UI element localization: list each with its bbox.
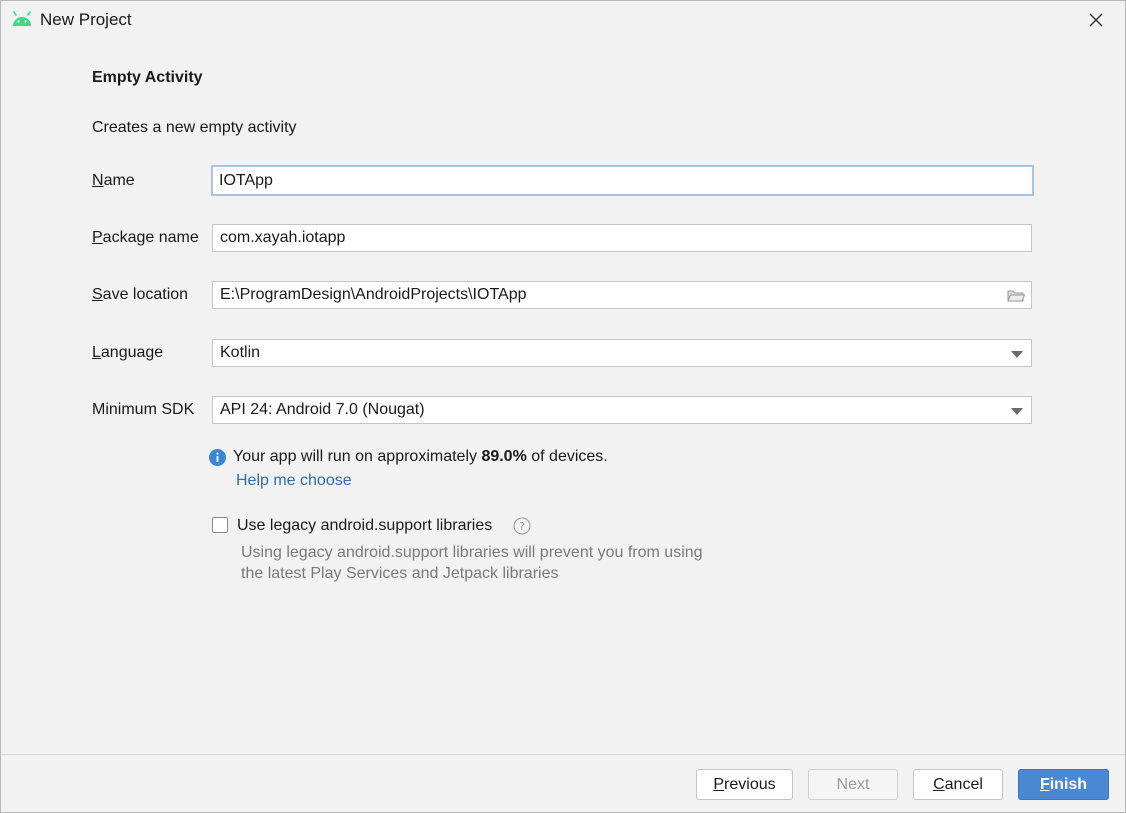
info-text-prefix: Your app will run on approximately [233, 448, 482, 465]
chevron-down-icon [1011, 351, 1023, 358]
cancel-button[interactable]: Cancel [913, 769, 1003, 800]
previous-button[interactable]: Previous [696, 769, 793, 800]
window-title: New Project [40, 10, 132, 29]
info-icon [209, 448, 226, 466]
footer-divider [1, 754, 1125, 755]
language-label: Language [92, 344, 164, 361]
new-project-dialog: New Project Empty Activity Creates a new… [0, 0, 1126, 813]
language-value: Kotlin [220, 344, 261, 361]
save-location-field[interactable]: E:\ProgramDesign\AndroidProjects\IOTApp [212, 281, 1032, 309]
device-coverage-percent: 89.0% [481, 448, 527, 465]
next-button[interactable]: Next [808, 769, 898, 800]
package-name-field[interactable]: com.xayah.iotapp [212, 224, 1032, 252]
legacy-hint-line-2: the latest Play Services and Jetpack lib… [241, 565, 559, 582]
info-text-suffix: of devices. [526, 448, 608, 465]
name-field[interactable]: IOTApp [211, 165, 1034, 196]
chevron-down-icon [1011, 408, 1023, 415]
minimum-sdk-select[interactable]: API 24: Android 7.0 (Nougat) [212, 396, 1032, 424]
legacy-support-checkbox[interactable] [212, 517, 228, 533]
legacy-support-label[interactable]: Use legacy android.support libraries [237, 517, 492, 535]
device-coverage-info: Your app will run on approximately 89.0%… [209, 448, 608, 466]
help-me-choose-link[interactable]: Help me choose [236, 472, 352, 490]
name-value: IOTApp [219, 171, 273, 189]
package-name-value: com.xayah.iotapp [220, 229, 346, 246]
package-name-label: Package name [92, 229, 199, 246]
name-label: Name [92, 172, 135, 189]
page-title: Empty Activity [92, 69, 203, 86]
save-location-label: Save location [92, 286, 189, 303]
page-subtitle: Creates a new empty activity [92, 119, 297, 136]
svg-text:?: ? [519, 520, 525, 533]
close-button[interactable] [1077, 5, 1115, 35]
folder-icon[interactable] [1007, 288, 1025, 303]
language-select[interactable]: Kotlin [212, 339, 1032, 367]
question-icon[interactable]: ? [513, 517, 531, 535]
finish-button[interactable]: Finish [1018, 769, 1109, 800]
legacy-hint-line-1: Using legacy android.support libraries w… [241, 544, 703, 561]
minimum-sdk-value: API 24: Android 7.0 (Nougat) [220, 401, 425, 418]
android-icon [13, 11, 31, 26]
save-location-value: E:\ProgramDesign\AndroidProjects\IOTApp [220, 286, 527, 303]
close-icon [1089, 13, 1103, 27]
minimum-sdk-label: Minimum SDK [92, 401, 195, 418]
title-bar: New Project [1, 1, 1125, 39]
